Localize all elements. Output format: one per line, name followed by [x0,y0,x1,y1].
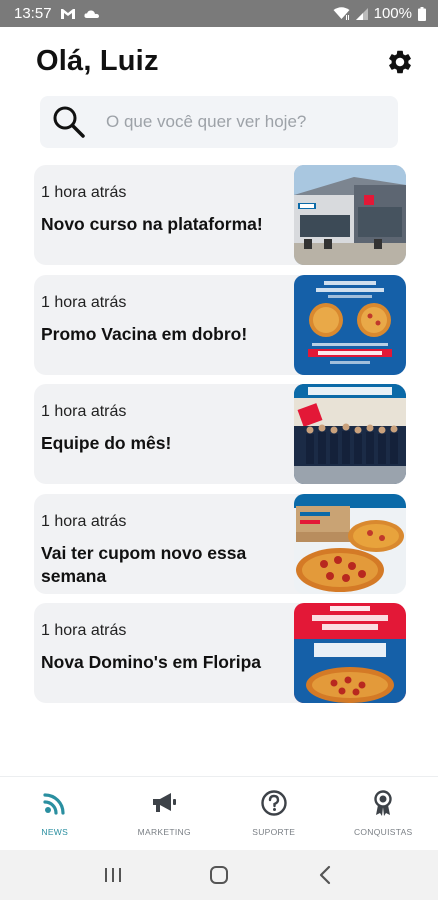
status-right: 100% [333,5,426,22]
news-feed: 1 hora atrás Novo curso na plataforma! 1… [34,165,406,713]
nav-item-news[interactable]: NEWS [0,777,110,850]
recents-icon[interactable] [98,860,128,890]
news-card-time: 1 hora atrás [41,622,127,639]
home-icon[interactable] [204,860,234,890]
team-photo [294,384,406,484]
gear-icon[interactable] [386,48,414,76]
back-icon[interactable] [310,860,340,890]
status-time: 13:57 [14,5,52,22]
system-nav-bar [0,850,438,900]
battery-icon [418,6,426,21]
nav-item-suporte[interactable]: SUPORTE [219,777,329,850]
news-card-title: Equipe do mês! [41,433,172,453]
promo-pizza-photo [294,274,406,375]
news-card-time: 1 hora atrás [41,293,127,311]
news-card-title: Vai ter cupom novo essa semana [41,542,247,586]
news-card-time: 1 hora atrás [41,512,127,530]
pizza-boxes-photo [294,493,406,594]
news-card[interactable]: 1 hora atrás Promo Vacina em dobro! [34,274,406,375]
nav-label-suporte: SUPORTE [252,827,296,837]
app-screen: 13:57 100% Olá, Luiz O que você quer ver… [0,0,438,900]
news-card-title: Novo curso na plataforma! [41,214,263,234]
nav-label-news: NEWS [41,827,69,837]
news-card[interactable]: 1 hora atrás Vai ter cupom novo essa sem… [34,493,406,594]
news-card[interactable]: 1 hora atrás Novo curso na plataforma! [34,165,406,265]
store-photo [294,165,406,265]
cloud-icon [83,9,100,19]
news-card-title: Nova Domino's em Floripa [41,652,262,672]
news-card-time: 1 hora atrás [41,184,127,201]
news-card[interactable]: 1 hora atrás Nova Domino's em Floripa [34,603,406,703]
help-circle-icon [260,789,288,817]
news-card-title: Promo Vacina em dobro! [41,323,248,344]
floripa-promo-photo [294,603,406,703]
megaphone-icon [150,789,178,817]
status-battery-text: 100% [373,5,412,22]
nav-item-marketing[interactable]: MARKETING [110,777,220,850]
search-icon[interactable] [52,105,86,139]
nav-label-conquistas: CONQUISTAS [353,827,413,837]
news-card[interactable]: 1 hora atrás Equipe do mês! [34,384,406,484]
nav-label-marketing: MARKETING [137,827,191,837]
nav-item-conquistas[interactable]: CONQUISTAS [329,777,438,850]
bottom-nav: NEWS MARKETING SUPORTE CONQUISTAS [0,776,438,850]
search-input[interactable] [106,112,376,132]
wifi-icon [333,7,350,20]
award-icon [369,789,397,817]
gmail-icon [60,8,76,20]
news-card-time: 1 hora atrás [41,403,127,420]
status-left: 13:57 [14,5,100,22]
rss-icon [41,789,69,817]
search-bar[interactable] [40,96,398,148]
status-bar: 13:57 100% [0,0,438,27]
page-title: Olá, Luiz [36,45,159,77]
signal-icon [355,7,368,20]
